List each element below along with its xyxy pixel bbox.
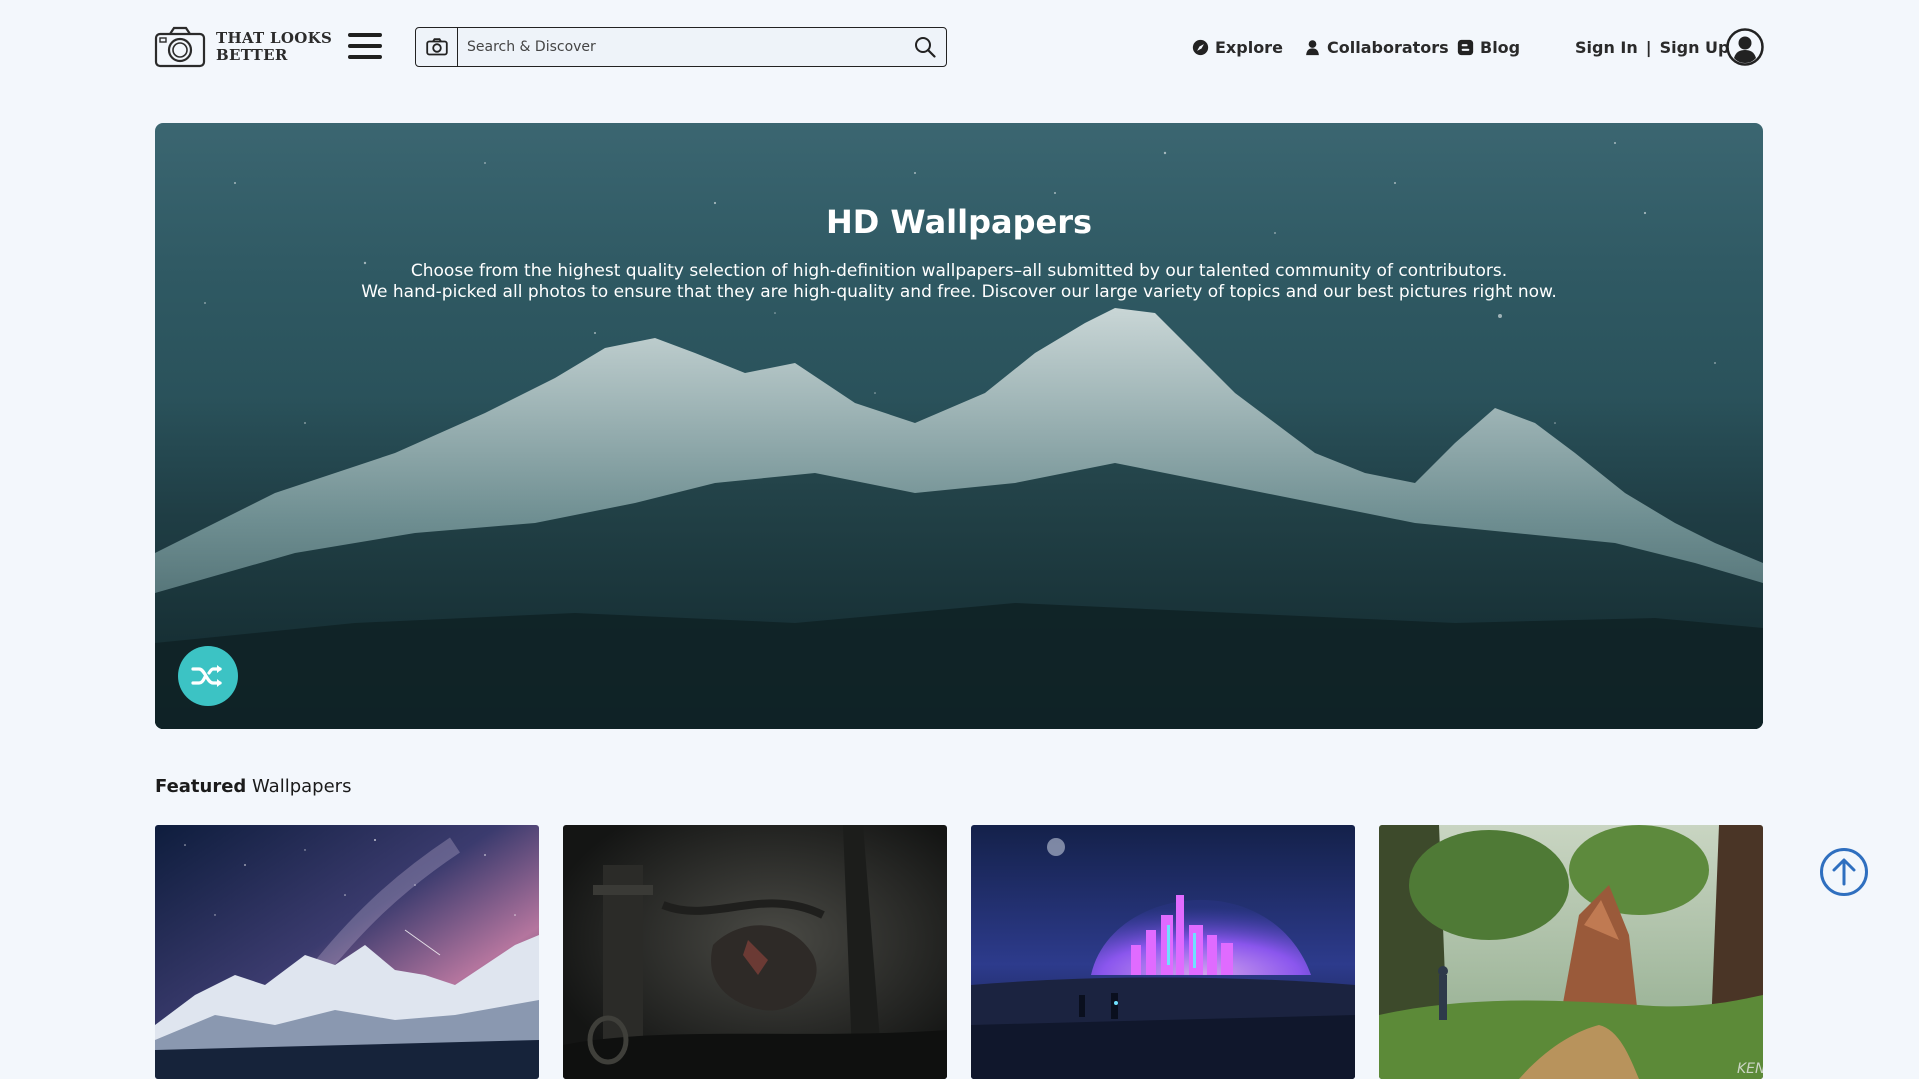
neon-dome-city-image — [971, 825, 1355, 1079]
search-icon — [915, 37, 936, 58]
hamburger-bar — [348, 33, 382, 37]
nav-blog[interactable]: Blog — [1457, 35, 1520, 59]
hero-description: Choose from the highest quality selectio… — [155, 261, 1763, 303]
featured-heading-rest: Wallpapers — [246, 776, 352, 797]
featured-wallpaper-card[interactable] — [563, 825, 947, 1079]
site-logo[interactable]: THAT LOOKS BETTER — [154, 26, 332, 68]
featured-wallpaper-card[interactable]: KEN — [1379, 825, 1763, 1079]
camera-search-button[interactable] — [416, 28, 458, 66]
featured-heading: Featured Wallpapers — [155, 776, 351, 797]
nav-explore[interactable]: Explore — [1192, 35, 1283, 59]
featured-heading-bold: Featured — [155, 776, 247, 797]
compass-icon — [1192, 39, 1209, 55]
dark-forest-creature-image — [563, 825, 947, 1079]
logo-line2: BETTER — [216, 46, 288, 64]
search-input[interactable] — [458, 28, 904, 66]
hamburger-icon[interactable] — [348, 33, 382, 59]
hero-title: HD Wallpapers — [825, 203, 1093, 241]
hero-banner: HD Wallpapers Choose from the highest qu… — [155, 123, 1763, 729]
blogger-icon — [1457, 39, 1474, 55]
arrow-up-circle-icon[interactable] — [1819, 847, 1869, 897]
featured-grid: KEN — [155, 825, 1763, 1079]
site-header: THAT LOOKS BETTER Explore — [0, 0, 1919, 94]
nav-blog-label: Blog — [1480, 37, 1521, 57]
fantasy-forest-image: KEN — [1379, 825, 1763, 1079]
search-button[interactable] — [904, 28, 946, 66]
logo-line1: THAT LOOKS — [216, 29, 333, 47]
auth-links: Sign In | Sign Up — [1575, 35, 1729, 59]
featured-wallpaper-card[interactable] — [155, 825, 539, 1079]
night-sky-mountains-image — [155, 825, 539, 1079]
nav-collaborators[interactable]: Collaborators — [1304, 35, 1449, 59]
camera-icon — [154, 26, 206, 68]
hero-description-line2: We hand-picked all photos to ensure that… — [361, 282, 1557, 302]
search-bar — [415, 27, 947, 67]
hero-description-line1: Choose from the highest quality selectio… — [410, 261, 1508, 281]
nav-collaborators-label: Collaborators — [1327, 37, 1449, 57]
sign-up-link[interactable]: Sign Up — [1660, 38, 1730, 57]
featured-wallpaper-card[interactable] — [971, 825, 1355, 1079]
nav-explore-label: Explore — [1215, 37, 1283, 57]
watermark-text: KEN — [1737, 1061, 1763, 1077]
hamburger-bar — [348, 55, 382, 59]
user-circle-icon[interactable] — [1726, 28, 1764, 66]
user-icon — [1306, 39, 1319, 55]
shuffle-button[interactable] — [178, 646, 238, 706]
sign-in-link[interactable]: Sign In — [1575, 38, 1638, 57]
logo-text: THAT LOOKS BETTER — [216, 30, 332, 64]
hamburger-bar — [348, 44, 382, 48]
camera-icon — [425, 38, 448, 56]
shuffle-icon — [191, 665, 222, 687]
auth-separator: | — [1645, 37, 1652, 57]
